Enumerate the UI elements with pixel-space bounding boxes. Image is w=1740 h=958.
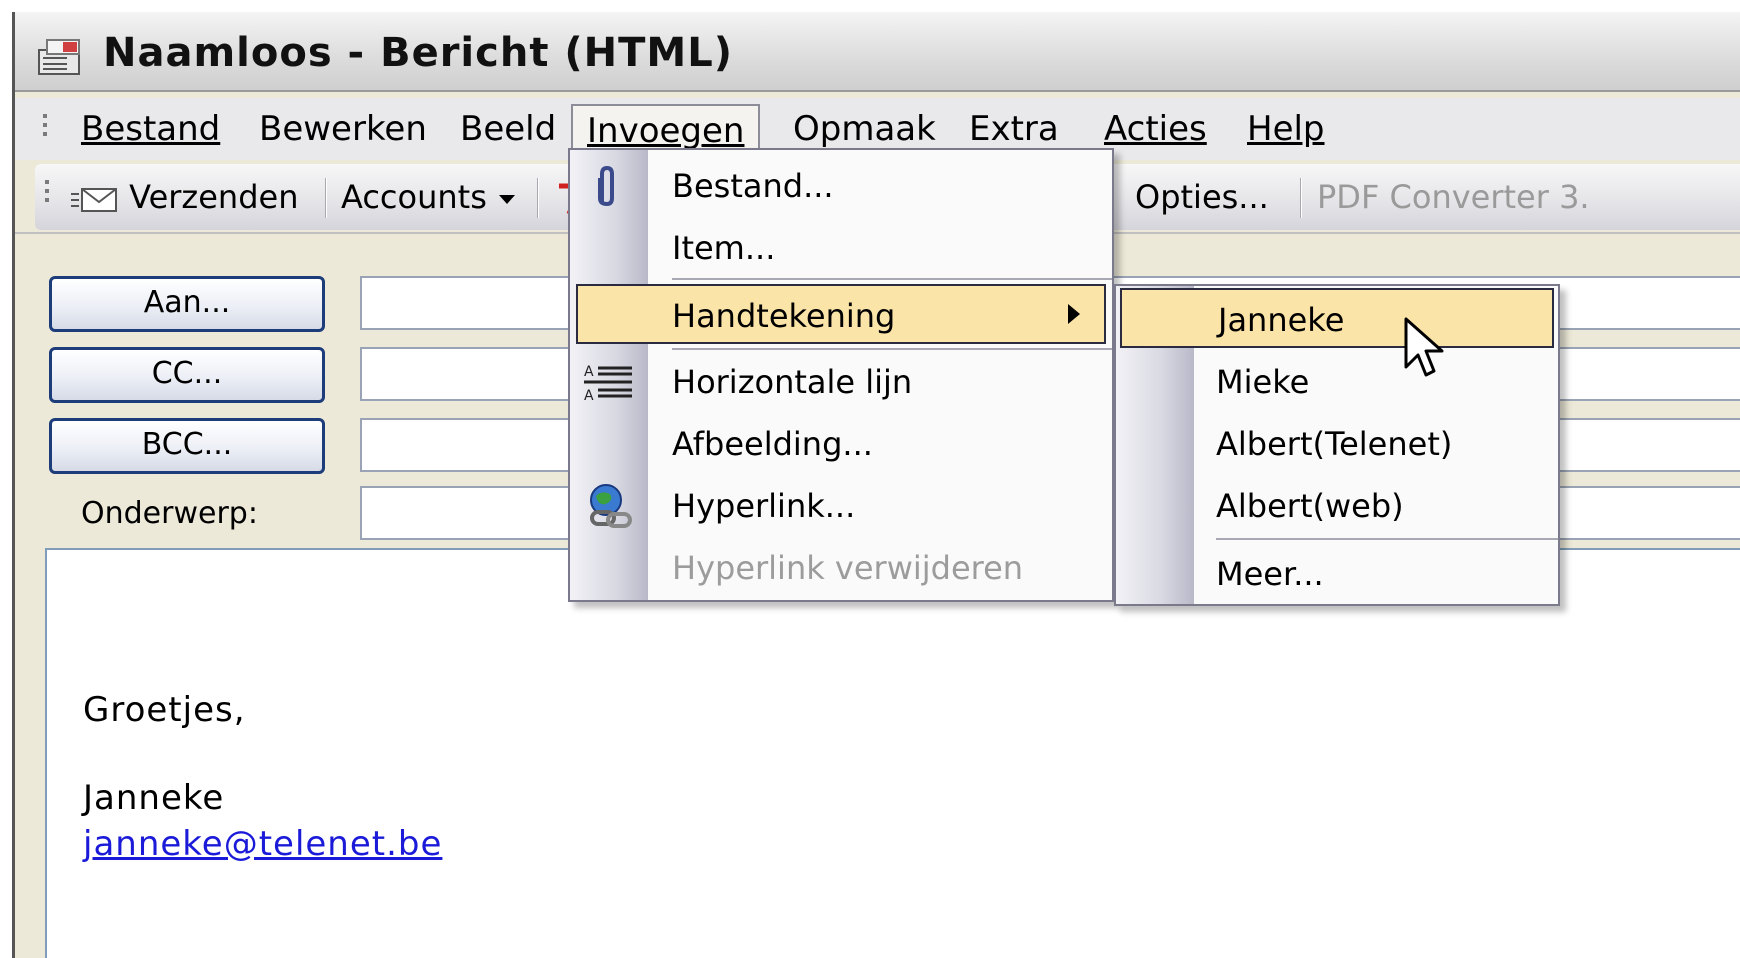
menu-item-hyperlink-label: Hyperlink... xyxy=(672,487,856,525)
menu-item-horizontale-lijn[interactable]: A A Horizontale lijn xyxy=(570,352,1112,412)
subject-label: Onderwerp: xyxy=(81,496,258,531)
menu-bestand[interactable]: Bestand xyxy=(67,104,234,156)
menu-help[interactable]: Help xyxy=(1233,104,1339,156)
signature-submenu: Janneke Mieke Albert(Telenet) Albert(web… xyxy=(1114,284,1560,606)
menu-item-afbeelding[interactable]: Afbeelding... xyxy=(570,414,1112,474)
signature-item-albert-web-label: Albert(web) xyxy=(1216,487,1404,525)
menu-item-hyperlink[interactable]: Hyperlink... xyxy=(570,476,1112,536)
menu-extra-label: Extra xyxy=(969,109,1059,149)
accounts-dropdown[interactable]: Accounts xyxy=(341,172,517,222)
bcc-button-label: BCC... xyxy=(141,427,233,462)
svg-text:A: A xyxy=(584,388,594,404)
menu-bestand-label: Bestand xyxy=(81,109,221,149)
toolbar-separator xyxy=(537,178,539,218)
menu-item-handtekening[interactable]: Handtekening xyxy=(576,284,1106,344)
send-button[interactable]: Verzenden xyxy=(69,172,298,222)
menu-item-bestand[interactable]: Bestand... xyxy=(570,156,1112,216)
send-envelope-icon xyxy=(71,188,117,212)
send-button-label: Verzenden xyxy=(129,178,299,216)
cc-button-label: CC... xyxy=(151,356,223,391)
to-button[interactable]: Aan... xyxy=(49,276,325,332)
signature-item-mieke-label: Mieke xyxy=(1216,363,1310,401)
menu-opmaak-label: Opmaak xyxy=(793,109,936,149)
submenu-arrow-icon xyxy=(1068,304,1080,324)
menu-item-horizontale-lijn-label: Horizontale lijn xyxy=(672,363,913,401)
menu-item-bestand-label: Bestand... xyxy=(672,167,834,205)
signature-item-janneke-label: Janneke xyxy=(1218,301,1345,339)
menu-separator xyxy=(672,278,1112,280)
signature-item-albert-web[interactable]: Albert(web) xyxy=(1116,476,1558,536)
menu-item-afbeelding-label: Afbeelding... xyxy=(672,425,873,463)
signature-email-link[interactable]: janneke@telenet.be xyxy=(83,824,442,864)
menu-item-item[interactable]: Item... xyxy=(570,218,1112,278)
accounts-label: Accounts xyxy=(341,178,487,216)
hyperlink-globe-icon xyxy=(590,484,632,528)
menu-item-handtekening-label: Handtekening xyxy=(672,297,896,335)
to-button-label: Aan... xyxy=(143,285,231,320)
body-signature-name: Janneke xyxy=(83,778,225,818)
options-button[interactable]: Opties... xyxy=(1135,172,1269,222)
bcc-button[interactable]: BCC... xyxy=(49,418,325,474)
menu-item-hyperlink-verwijderen-label: Hyperlink verwijderen xyxy=(672,549,1024,587)
signature-item-meer[interactable]: Meer... xyxy=(1116,544,1558,604)
paperclip-icon xyxy=(598,165,614,207)
toolbar-grip-icon[interactable] xyxy=(45,180,51,207)
menu-bewerken[interactable]: Bewerken xyxy=(245,104,441,156)
menu-beeld-label: Beeld xyxy=(460,109,557,149)
signature-item-albert-telenet-label: Albert(Telenet) xyxy=(1216,425,1453,463)
menu-beeld[interactable]: Beeld xyxy=(446,104,570,156)
dropdown-arrow-icon xyxy=(499,195,516,204)
menu-separator xyxy=(672,348,1112,350)
pdf-converter-button[interactable]: PDF Converter 3. xyxy=(1317,172,1590,222)
menu-item-item-label: Item... xyxy=(672,229,776,267)
menu-item-hyperlink-verwijderen[interactable]: Hyperlink verwijderen xyxy=(570,538,1112,598)
message-body[interactable]: Groetjes, Janneke janneke@telenet.be xyxy=(45,548,1740,958)
submenu-separator xyxy=(1216,538,1558,540)
menubar-grip-icon[interactable] xyxy=(43,114,49,141)
signature-item-mieke[interactable]: Mieke xyxy=(1116,352,1558,412)
menu-acties-label: Acties xyxy=(1104,109,1207,149)
options-label: Opties... xyxy=(1135,178,1269,216)
body-greeting: Groetjes, xyxy=(83,690,246,730)
window-title: Naamloos - Bericht (HTML) xyxy=(103,30,733,76)
toolbar-separator xyxy=(325,178,327,218)
signature-item-albert-telenet[interactable]: Albert(Telenet) xyxy=(1116,414,1558,474)
signature-item-janneke[interactable]: Janneke xyxy=(1120,288,1554,348)
title-bar[interactable]: Naamloos - Bericht (HTML) xyxy=(15,12,1740,92)
invoegen-menu: Bestand... Item... Handtekening A A Hori… xyxy=(568,148,1114,602)
svg-text:A: A xyxy=(584,364,594,380)
cc-button[interactable]: CC... xyxy=(49,347,325,403)
horizontal-line-icon: A A xyxy=(584,364,632,404)
toolbar-separator xyxy=(1300,178,1302,218)
menu-help-label: Help xyxy=(1247,109,1325,149)
pdf-converter-label: PDF Converter 3. xyxy=(1317,178,1590,216)
message-envelope-icon xyxy=(38,39,80,75)
menu-bewerken-label: Bewerken xyxy=(259,109,427,149)
menu-invoegen-label: Invoegen xyxy=(587,111,745,151)
signature-item-meer-label: Meer... xyxy=(1216,555,1324,593)
mouse-cursor-icon xyxy=(1404,317,1444,377)
